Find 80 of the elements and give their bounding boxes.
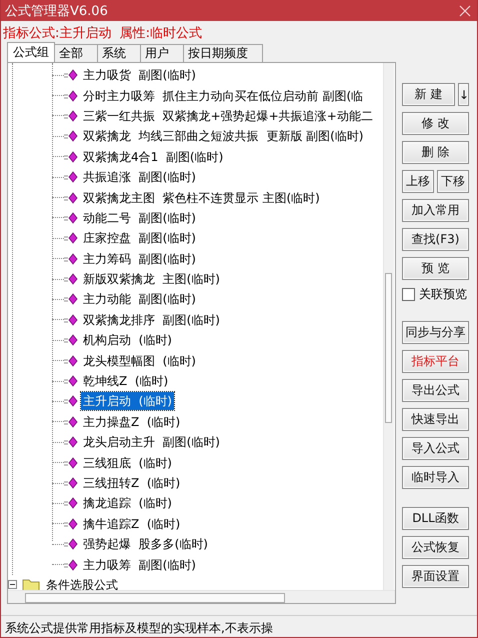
close-icon[interactable] [459,4,471,16]
action-button[interactable]: DLL函数 [402,507,469,530]
tree-item[interactable]: 双紫擒龙 均线三部曲之短波共振 更新版 副图(临时) [81,127,366,146]
formula-icon [64,558,78,571]
formula-icon [64,354,78,367]
formula-icon [64,130,78,142]
action-button[interactable]: 临时导入 [402,466,469,489]
action-button[interactable]: 快速导出 [402,408,469,431]
formula-icon [64,416,78,428]
formula-icon [64,314,78,326]
formula-icon [64,212,78,224]
formula-icon [64,69,78,82]
tree-item[interactable]: 三线狙底 (临时) [81,454,174,472]
formula-icon [64,518,78,530]
move-button[interactable]: 上移 [402,170,434,193]
tree-item[interactable]: 龙头启动主升 副图(临时) [81,433,222,452]
collapse-icon[interactable] [8,580,17,590]
formula-icon [64,232,78,244]
formula-icon [64,252,78,265]
formula-icon [64,497,78,510]
action-button[interactable]: 预 览 [402,257,469,280]
new-button[interactable]: 新 建 [402,83,455,106]
formula-icon [64,171,78,184]
tree-item[interactable]: 双紫擒龙主图 紫色柱不连贯显示 主图(临时) [81,188,322,207]
formula-icon [64,110,78,122]
status-bar: 系统公式提供常用指标及模型的实现样本,不表示操 [1,615,477,637]
action-button[interactable]: 导入公式 [402,437,469,460]
formula-icon [64,456,78,469]
action-button[interactable]: 加入常用 [402,199,469,222]
dropdown-button[interactable]: ↓ [458,83,469,106]
tree-item[interactable]: 双紫擒龙排序 副图(临时) [81,310,222,329]
horizontal-scrollbar[interactable] [8,590,395,603]
formula-icon [64,293,78,306]
tree-item[interactable]: 龙头模型幅图 (临时) [81,352,198,370]
tab[interactable]: 按日期频度 [183,44,263,62]
tree-item[interactable]: 新版双紫擒龙 主图(临时) [81,270,222,288]
formula-info: 指标公式:主升启动 属性:临时公式 [2,25,204,43]
tree-item[interactable]: 共振追涨 副图(临时) [81,168,198,186]
tree-item[interactable]: 三线扭转Z (临时) [81,474,182,492]
tab[interactable]: 公式组 [7,42,55,62]
tree-item[interactable]: 庄家控盘 副图(临时) [81,229,198,248]
tab[interactable]: 全部 [54,44,98,62]
formula-icon [64,375,78,388]
action-button[interactable]: 指标平台 [402,350,469,373]
tree-item[interactable]: 主力吸筹 副图(临时) [81,556,198,574]
checkbox[interactable] [402,288,415,301]
formula-icon [64,90,78,102]
action-button[interactable]: 导出公式 [402,379,469,402]
tree-item[interactable]: 强势起爆 股多多(临时) [81,535,210,554]
tree-item[interactable]: 三紫一红共振 双紫擒龙+强势起爆+共振追涨+动能二 [81,106,375,125]
tree-item[interactable]: 主力吸货 副图(临时) [81,66,198,84]
formula-icon [64,192,78,204]
formula-icon [64,273,78,286]
action-button[interactable]: 公式恢复 [402,536,469,559]
tree-item[interactable]: 擒牛追踪Z (临时) [81,514,182,533]
formula-icon [64,334,78,346]
action-button[interactable]: 查找(F3) [402,228,469,251]
tree-item[interactable]: 动能二号 副图(临时) [81,208,198,227]
tree-item[interactable]: 擒龙追踪 (临时) [81,494,174,512]
action-button[interactable]: 界面设置 [402,565,469,588]
vertical-scrollbar[interactable] [383,63,394,590]
action-button[interactable]: 修 改 [402,112,469,135]
move-button[interactable]: 下移 [437,170,469,193]
tree-item[interactable]: 主升启动 (临时) [81,392,174,410]
formula-icon [64,538,78,550]
formula-icon [64,436,78,448]
formula-icon [64,395,78,408]
action-button[interactable]: 删 除 [402,141,469,164]
checkbox-label: 关联预览 [419,286,467,303]
tree-item[interactable]: 主力操盘Z (临时) [81,412,182,431]
tree-item[interactable]: 乾坤线Z (临时) [81,372,170,390]
formula-icon [64,477,78,489]
tree-item[interactable]: 机构启动 (临时) [81,331,174,350]
formula-icon [64,150,78,163]
action-button[interactable]: 同步与分享 [402,321,469,344]
tree-item[interactable]: 分时主力吸筹 抓住主力动向买在低位启动前 副图(临 [81,86,366,105]
tree-item[interactable]: 主力动能 副图(临时) [81,290,198,308]
tree-item[interactable]: 双紫擒龙4合1 副图(临时) [81,148,226,166]
window-title: 公式管理器V6.06 [5,2,108,20]
tree-item[interactable]: 主力筹码 副图(临时) [81,250,198,268]
